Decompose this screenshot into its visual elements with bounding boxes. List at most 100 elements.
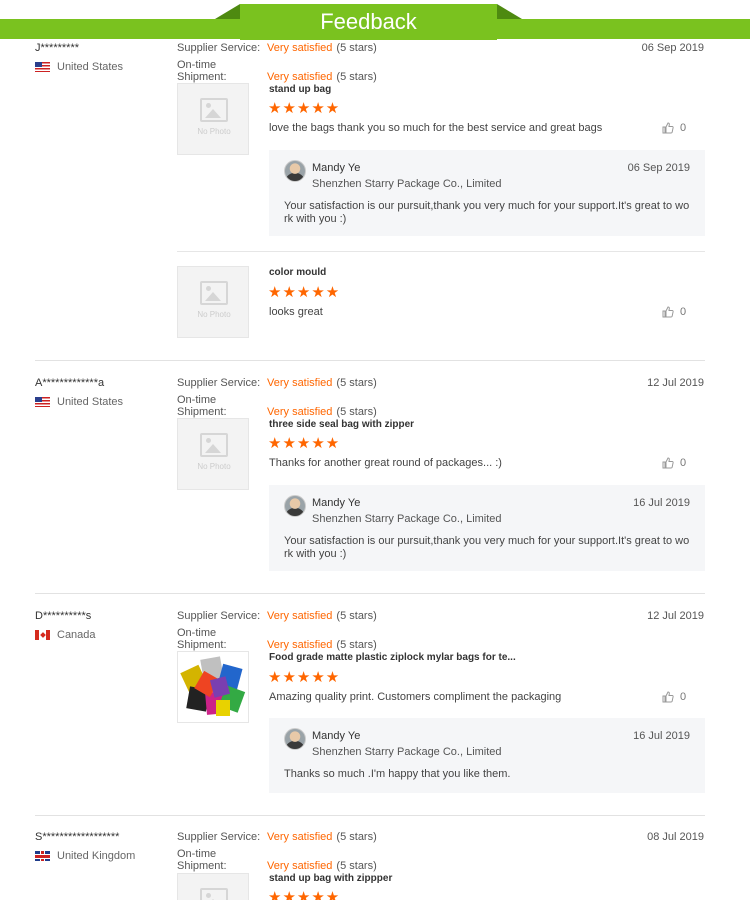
reply-company[interactable]: Shenzhen Starry Package Co., Limited — [312, 746, 502, 758]
review-comment: love the bags thank you so much for the … — [269, 122, 603, 134]
thumbs-up-icon — [662, 457, 674, 469]
supplier-service-value: Very satisfied — [267, 831, 333, 843]
product-name[interactable]: stand up bag — [269, 84, 331, 95]
product-photo-placeholder[interactable]: No Photo — [177, 83, 249, 155]
buyer-name: S****************** — [35, 831, 120, 843]
image-placeholder-icon — [200, 98, 228, 122]
ontime-shipment-stars: (5 stars) — [336, 639, 377, 651]
supplier-service-stars: (5 stars) — [336, 42, 377, 54]
supplier-service-value: Very satisfied — [267, 377, 333, 389]
product-photo-placeholder[interactable]: No Photo — [177, 418, 249, 490]
supplier-service-rating: Supplier Service: Very satisfied (5 stars) — [177, 377, 377, 389]
buyer-name: D**********s — [35, 610, 92, 622]
product-star-rating: ★★★★★ — [268, 284, 341, 301]
mylar-bags-image — [180, 656, 246, 716]
no-photo-label: No Photo — [197, 462, 231, 471]
review-comment: Thanks for another great round of packag… — [269, 457, 502, 469]
ontime-shipment-rating: On-time Shipment: Very satisfied (5 stars) — [177, 627, 377, 651]
page-title: Feedback — [240, 4, 497, 40]
supplier-reply: Mandy Ye Shenzhen Starry Package Co., Li… — [269, 150, 705, 236]
review-comment: looks great — [269, 306, 323, 318]
supplier-service-label: Supplier Service: — [177, 377, 261, 389]
review-separator — [35, 360, 705, 361]
feedback-header: Feedback — [0, 0, 750, 40]
avatar — [284, 728, 306, 750]
reply-author: Mandy Ye — [312, 730, 361, 742]
supplier-service-stars: (5 stars) — [336, 831, 377, 843]
country-name: United States — [57, 61, 124, 73]
thumbs-up-icon — [662, 122, 674, 134]
like-button[interactable]: 0 — [662, 691, 686, 703]
product-name[interactable]: three side seal bag with zipper — [269, 419, 414, 430]
buyer-country: United States — [35, 61, 123, 73]
us-flag-icon — [35, 62, 50, 72]
reply-author: Mandy Ye — [312, 497, 361, 509]
ontime-shipment-label: On-time Shipment: — [177, 848, 227, 872]
product-star-rating: ★★★★★ — [268, 435, 341, 452]
ontime-shipment-rating: On-time Shipment: Very satisfied (5 stars) — [177, 848, 377, 872]
like-button[interactable]: 0 — [662, 457, 686, 469]
ontime-shipment-stars: (5 stars) — [336, 71, 377, 83]
thumbs-up-icon — [662, 691, 674, 703]
ontime-shipment-value: Very satisfied — [267, 406, 333, 418]
product-name[interactable]: Food grade matte plastic ziplock mylar b… — [269, 652, 516, 663]
reply-date: 16 Jul 2019 — [633, 730, 690, 742]
reply-author: Mandy Ye — [312, 162, 361, 174]
supplier-service-stars: (5 stars) — [336, 610, 377, 622]
review-date: 08 Jul 2019 — [647, 831, 704, 843]
country-name: Canada — [57, 629, 96, 641]
supplier-service-rating: Supplier Service: Very satisfied (5 stars) — [177, 610, 377, 622]
supplier-service-value: Very satisfied — [267, 610, 333, 622]
product-name[interactable]: color mould — [269, 267, 326, 278]
ontime-shipment-label: On-time Shipment: — [177, 394, 227, 418]
product-name[interactable]: stand up bag with zippper — [269, 873, 392, 884]
buyer-country: United States — [35, 396, 123, 408]
supplier-service-rating: Supplier Service: Very satisfied (5 stars) — [177, 831, 377, 843]
like-count: 0 — [680, 122, 687, 134]
ontime-shipment-rating: On-time Shipment: Very satisfied (5 stars) — [177, 394, 377, 418]
image-placeholder-icon — [200, 281, 228, 305]
like-count: 0 — [680, 306, 687, 318]
ontime-shipment-label: On-time Shipment: — [177, 59, 227, 83]
item-divider — [177, 251, 705, 252]
ontime-shipment-value: Very satisfied — [267, 860, 333, 872]
buyer-country: United Kingdom — [35, 850, 135, 862]
supplier-reply: Mandy Ye Shenzhen Starry Package Co., Li… — [269, 485, 705, 571]
thumbs-up-icon — [662, 306, 674, 318]
supplier-reply: Mandy Ye Shenzhen Starry Package Co., Li… — [269, 718, 705, 793]
review-date: 12 Jul 2019 — [647, 377, 704, 389]
reply-company[interactable]: Shenzhen Starry Package Co., Limited — [312, 513, 502, 525]
header-bar-right — [497, 19, 750, 39]
image-placeholder-icon — [200, 888, 228, 900]
image-placeholder-icon — [200, 433, 228, 457]
buyer-country: Canada — [35, 629, 96, 641]
review-comment: Amazing quality print. Customers complim… — [269, 691, 562, 703]
header-fold-left — [215, 4, 240, 19]
review-date: 12 Jul 2019 — [647, 610, 704, 622]
product-star-rating: ★★★★★ — [268, 889, 341, 900]
ontime-shipment-stars: (5 stars) — [336, 860, 377, 872]
ontime-shipment-stars: (5 stars) — [336, 406, 377, 418]
header-bar-left — [0, 19, 240, 39]
buyer-name: J********* — [35, 42, 80, 54]
product-photo-placeholder[interactable]: No Photo — [177, 266, 249, 338]
like-button[interactable]: 0 — [662, 122, 686, 134]
review-date: 06 Sep 2019 — [641, 42, 704, 54]
reply-date: 16 Jul 2019 — [633, 497, 690, 509]
like-button[interactable]: 0 — [662, 306, 686, 318]
reply-company[interactable]: Shenzhen Starry Package Co., Limited — [312, 178, 502, 190]
ontime-shipment-value: Very satisfied — [267, 71, 333, 83]
like-count: 0 — [680, 691, 687, 703]
product-photo[interactable] — [177, 651, 249, 723]
supplier-service-stars: (5 stars) — [336, 377, 377, 389]
product-star-rating: ★★★★★ — [268, 669, 341, 686]
product-photo-placeholder[interactable] — [177, 873, 249, 900]
review-separator — [35, 815, 705, 816]
supplier-service-label: Supplier Service: — [177, 610, 261, 622]
supplier-service-label: Supplier Service: — [177, 42, 261, 54]
product-star-rating: ★★★★★ — [268, 100, 341, 117]
supplier-service-label: Supplier Service: — [177, 831, 261, 843]
supplier-service-value: Very satisfied — [267, 42, 333, 54]
reply-text: Thanks so much .I'm happy that you like … — [284, 768, 511, 780]
like-count: 0 — [680, 457, 687, 469]
